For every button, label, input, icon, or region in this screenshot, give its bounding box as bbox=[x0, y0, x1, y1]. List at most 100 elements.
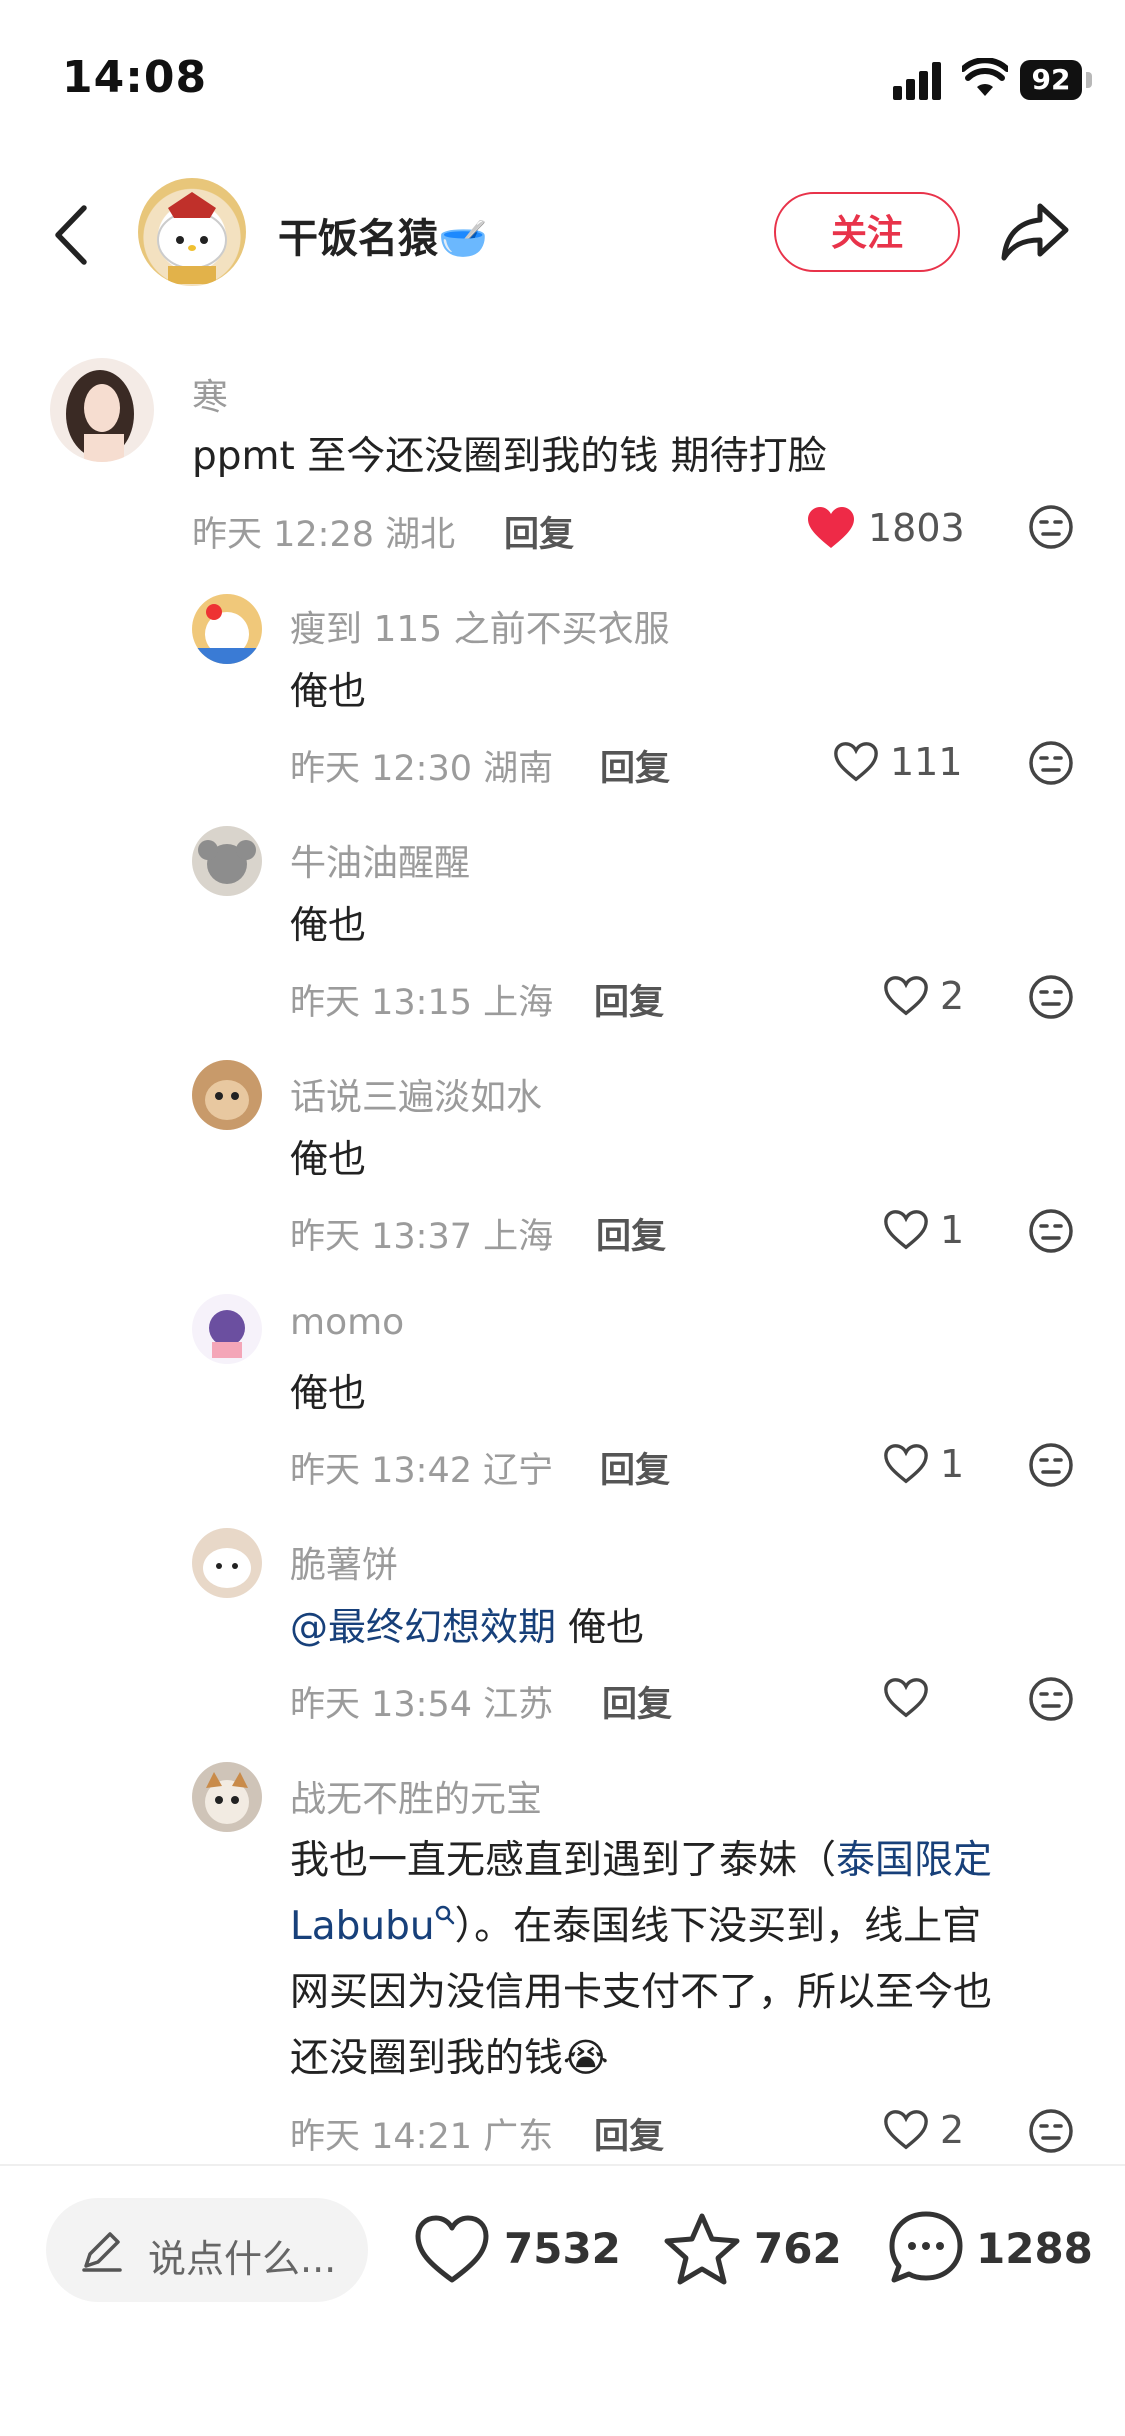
comment-location: 湖北 bbox=[385, 515, 456, 555]
like-button[interactable] bbox=[882, 1676, 930, 1720]
reply-text: 俺也 bbox=[290, 1371, 367, 1415]
pencil-icon bbox=[80, 2228, 124, 2272]
heart-outline-icon bbox=[415, 2215, 489, 2283]
reply-meta: 昨天 13:54 江苏 bbox=[290, 1676, 553, 1727]
author-name[interactable]: 干饭名猿🥣 bbox=[278, 206, 488, 264]
reply-meta: 昨天 13:37 上海 bbox=[290, 1208, 553, 1259]
like-button[interactable] bbox=[882, 974, 930, 1018]
dislike-button[interactable] bbox=[1028, 504, 1074, 550]
neutral-face-icon bbox=[1029, 1443, 1073, 1487]
replier-avatar[interactable] bbox=[192, 826, 262, 896]
replier-avatar[interactable] bbox=[192, 1294, 262, 1364]
dislike-button[interactable] bbox=[1028, 1208, 1074, 1254]
like-button[interactable] bbox=[882, 1208, 930, 1252]
reply-button[interactable]: 回复 bbox=[594, 2108, 664, 2159]
author-name-text: 干饭名猿 bbox=[278, 216, 438, 262]
like-post-button[interactable] bbox=[412, 2212, 492, 2286]
follow-button[interactable]: 关注 bbox=[774, 192, 960, 272]
reply-button[interactable]: 回复 bbox=[504, 506, 574, 557]
reply-text: 俺也 bbox=[290, 669, 367, 713]
comment-username[interactable]: 寒 bbox=[192, 368, 228, 420]
reply-location: 上海 bbox=[483, 983, 554, 1023]
like-button[interactable] bbox=[832, 740, 880, 784]
reply-meta: 昨天 13:42 辽宁 bbox=[290, 1442, 553, 1493]
dislike-button[interactable] bbox=[1028, 1442, 1074, 1488]
reply-text-segment: 我也一直无感直到遇到了泰妹（ bbox=[290, 1838, 837, 1883]
reply-text-segment: ）。在泰国线下没买到，线上官 bbox=[454, 1904, 982, 1949]
reply-username[interactable]: 瘦到 115 之前不买衣服 bbox=[290, 600, 670, 652]
reply-username[interactable]: 牛油油醒醒 bbox=[290, 834, 470, 886]
reply-location: 上海 bbox=[483, 1217, 554, 1257]
reply-text-line: 还没圈到我的钱😭 bbox=[290, 2026, 992, 2092]
star-outline-icon bbox=[664, 2213, 740, 2285]
reply-button[interactable]: 回复 bbox=[600, 740, 670, 791]
like-button[interactable] bbox=[882, 2108, 930, 2152]
reply-text: 俺也 bbox=[290, 903, 367, 947]
topic-link[interactable]: Labubu bbox=[290, 1904, 435, 1949]
reply-button[interactable]: 回复 bbox=[602, 1676, 672, 1727]
comment-text: ppmt 至今还没圈到我的钱 期待打脸 bbox=[192, 434, 827, 479]
reply-time: 昨天 13:54 bbox=[290, 1685, 472, 1725]
share-button[interactable] bbox=[1000, 198, 1072, 264]
reply-meta: 昨天 14:21 广东 bbox=[290, 2108, 553, 2159]
reply-button[interactable]: 回复 bbox=[600, 1442, 670, 1493]
reply-location: 广东 bbox=[483, 2117, 554, 2157]
heart-outline-icon bbox=[834, 742, 878, 782]
topic-link[interactable]: 泰国限定 bbox=[836, 1838, 992, 1883]
reply-time: 昨天 14:21 bbox=[290, 2117, 472, 2157]
comment-time: 昨天 12:28 bbox=[192, 515, 374, 555]
reply-text-line: Labubu ）。在泰国线下没买到，线上官 bbox=[290, 1894, 992, 1960]
cellular-signal-icon bbox=[893, 62, 943, 100]
comment-input-placeholder[interactable]: 说点什么... bbox=[148, 2228, 336, 2283]
heart-outline-icon bbox=[884, 976, 928, 1016]
dislike-button[interactable] bbox=[1028, 2108, 1074, 2154]
reply-text: 俺也 bbox=[290, 1137, 367, 1181]
reply-text: 我也一直无感直到遇到了泰妹（泰国限定 Labubu ）。在泰国线下没买到，线上官 … bbox=[290, 1828, 992, 2092]
like-button[interactable] bbox=[882, 1442, 930, 1486]
replier-avatar[interactable] bbox=[192, 594, 262, 664]
like-button[interactable] bbox=[806, 506, 856, 550]
battery-icon: 92 bbox=[1020, 60, 1082, 100]
dislike-button[interactable] bbox=[1028, 974, 1074, 1020]
wifi-icon bbox=[960, 57, 1010, 98]
author-avatar[interactable] bbox=[138, 178, 246, 286]
reply-time: 昨天 13:37 bbox=[290, 1217, 472, 1257]
commenter-avatar[interactable] bbox=[50, 358, 154, 462]
neutral-face-icon bbox=[1029, 741, 1073, 785]
reply-username[interactable]: 话说三遍淡如水 bbox=[290, 1068, 542, 1120]
dislike-button[interactable] bbox=[1028, 740, 1074, 786]
like-count: 1803 bbox=[868, 506, 965, 550]
neutral-face-icon bbox=[1029, 505, 1073, 549]
replier-avatar[interactable] bbox=[192, 1528, 262, 1598]
status-time: 14:08 bbox=[62, 52, 208, 103]
reply-button[interactable]: 回复 bbox=[594, 974, 664, 1025]
heart-filled-icon bbox=[808, 507, 854, 548]
like-count: 2 bbox=[940, 974, 965, 1018]
reply-username[interactable]: 战无不胜的元宝 bbox=[290, 1770, 542, 1822]
post-like-count: 7532 bbox=[504, 2224, 621, 2273]
reply-time: 昨天 13:42 bbox=[290, 1451, 472, 1491]
back-button[interactable] bbox=[48, 200, 98, 270]
share-icon bbox=[1001, 203, 1069, 261]
bowl-emoji: 🥣 bbox=[438, 216, 488, 262]
bottom-divider bbox=[0, 2164, 1125, 2166]
reply-text-segment: 还没圈到我的钱 bbox=[290, 2036, 564, 2081]
reply-username[interactable]: momo bbox=[290, 1302, 404, 1343]
favorite-button[interactable] bbox=[662, 2210, 742, 2288]
heart-outline-icon bbox=[884, 1678, 928, 1718]
heart-outline-icon bbox=[884, 1210, 928, 1250]
reply-text-line: 我也一直无感直到遇到了泰妹（泰国限定 bbox=[290, 1828, 992, 1894]
neutral-face-icon bbox=[1029, 975, 1073, 1019]
reply-button[interactable]: 回复 bbox=[596, 1208, 666, 1259]
reply-username[interactable]: 脆薯饼 bbox=[290, 1536, 398, 1588]
like-count: 2 bbox=[940, 2108, 965, 2152]
neutral-face-icon bbox=[1029, 1677, 1073, 1721]
reply-location: 辽宁 bbox=[483, 1451, 554, 1491]
replier-avatar[interactable] bbox=[192, 1762, 262, 1832]
reply-meta: 昨天 12:30 湖南 bbox=[290, 740, 553, 791]
replier-avatar[interactable] bbox=[192, 1060, 262, 1130]
reply-time: 昨天 12:30 bbox=[290, 749, 472, 789]
comment-button[interactable] bbox=[886, 2208, 966, 2288]
dislike-button[interactable] bbox=[1028, 1676, 1074, 1722]
mention-link[interactable]: @最终幻想效期 bbox=[290, 1605, 556, 1649]
